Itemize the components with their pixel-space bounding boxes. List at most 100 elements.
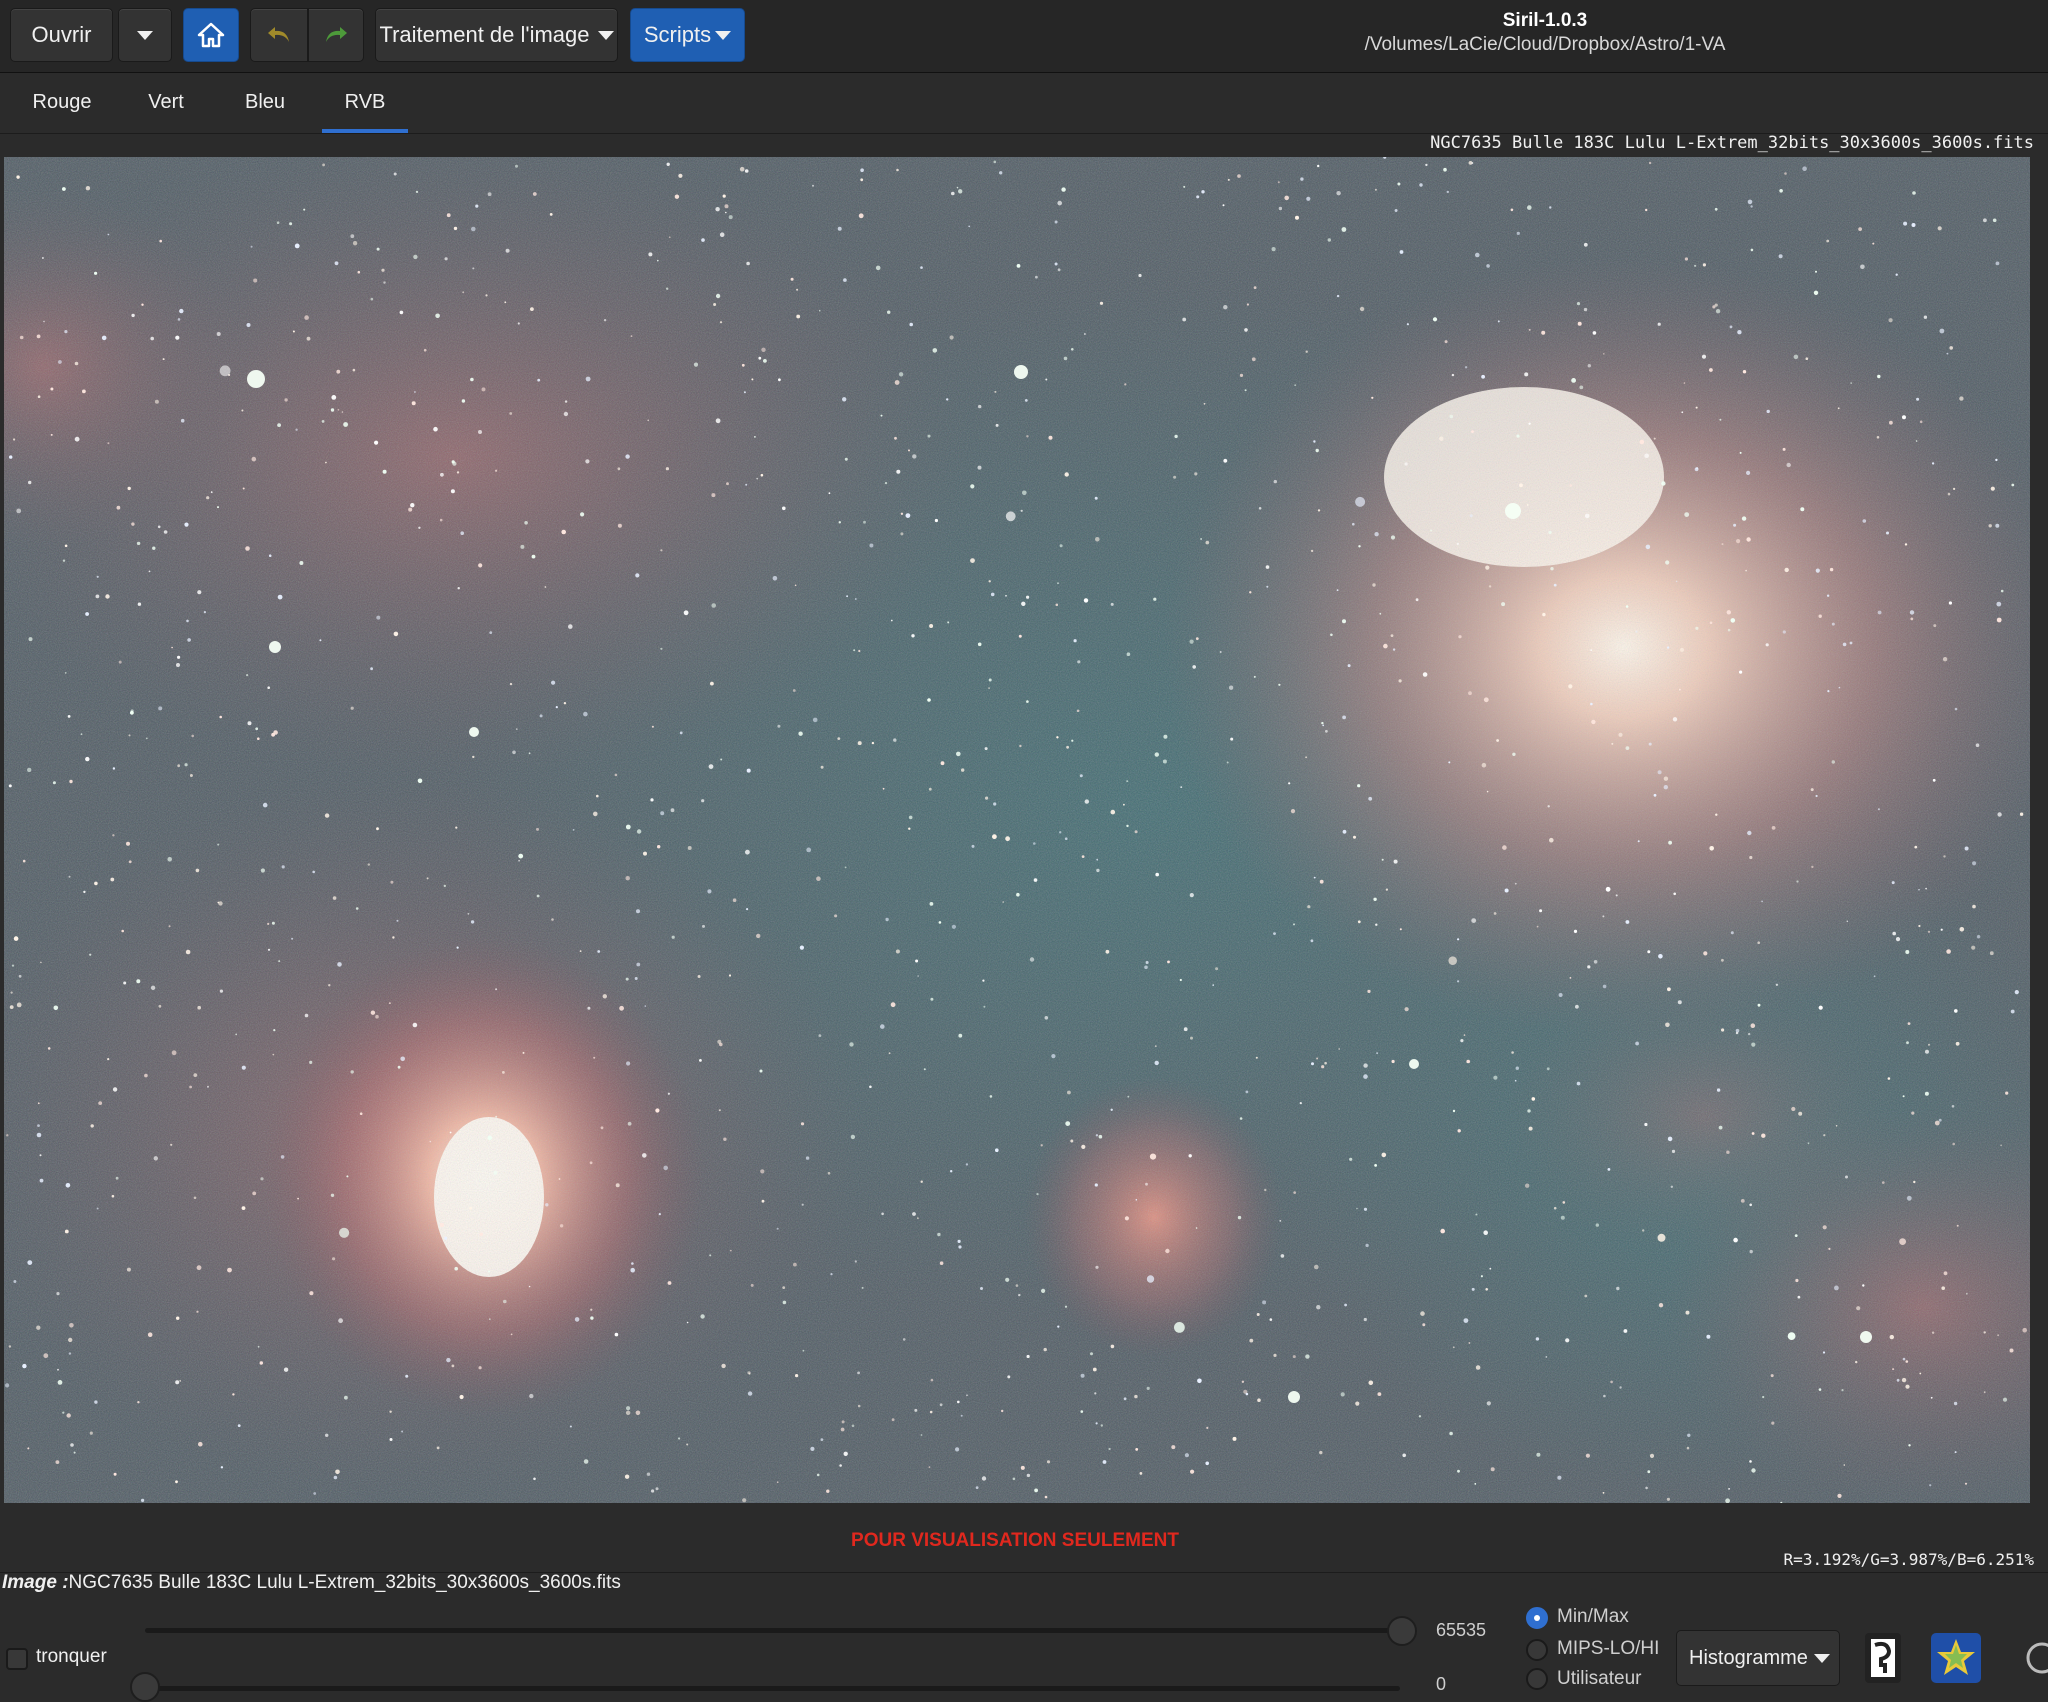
star [1828,1247,1831,1250]
tab-green[interactable]: Vert [134,73,198,133]
star [1483,697,1489,703]
star [512,750,516,755]
color-saturation-button[interactable] [1930,1630,1982,1686]
mode-minmax-radio[interactable] [1526,1607,1548,1629]
image-info-line: Image :NGC7635 Bulle 183C Lulu L-Extrem_… [2,1572,621,1594]
star [857,1404,861,1408]
star [253,278,258,283]
star [838,521,841,524]
star [1016,892,1020,897]
star [782,506,786,511]
star [1022,490,1027,496]
star [1988,524,1992,528]
star [1007,1375,1011,1379]
open-button[interactable]: Ouvrir [10,8,113,62]
histogram-transform-button[interactable] [1858,1630,1908,1686]
star [1342,829,1347,834]
star [650,798,654,802]
star [1310,939,1314,943]
star [929,1410,933,1414]
star [1907,1022,1911,1025]
image-viewport[interactable] [4,157,2030,1503]
star [980,1287,983,1290]
star [678,173,683,178]
star [1925,887,1927,890]
star [397,1065,401,1069]
star [1310,549,1314,553]
star [1602,915,1605,918]
star [1536,1452,1541,1457]
star [1134,830,1138,834]
channel-tabs: Rouge Vert Bleu RVB [0,73,2048,134]
star [1367,989,1371,994]
star [444,257,448,261]
tab-rgb[interactable]: RVB [322,73,408,133]
star [1553,1206,1557,1210]
star [462,291,465,294]
star [1110,1344,1115,1349]
star [1094,1392,1097,1395]
star [970,558,975,563]
star [1647,1470,1651,1474]
star [1094,496,1098,500]
tab-blue[interactable]: Bleu [230,73,300,133]
star [1941,1286,1945,1290]
extra-tool-button[interactable] [2020,1630,2048,1686]
recent-files-dropdown[interactable] [118,8,172,62]
star [1266,585,1269,588]
star [1737,330,1742,335]
star [965,1163,969,1166]
star [1593,960,1598,964]
star [1451,373,1455,377]
star [1463,1318,1469,1323]
star [1761,1133,1766,1138]
star [304,315,309,320]
star [707,889,712,894]
star [971,844,975,848]
undo-button[interactable] [250,8,308,62]
star [177,318,181,321]
star [908,815,913,820]
star [1146,1386,1150,1390]
star [1751,1468,1756,1473]
star [1837,1493,1842,1498]
star [1811,865,1814,869]
star [189,774,193,777]
star [1822,1351,1826,1354]
star [701,238,705,242]
high-slider-track[interactable] [145,1628,1400,1633]
star [107,233,110,236]
star [711,603,716,608]
display-mode-select[interactable]: Histogramme [1676,1630,1840,1686]
star [834,914,838,918]
star [1357,784,1361,788]
low-slider-knob[interactable] [130,1672,160,1702]
star [702,924,705,928]
mode-user-radio[interactable] [1526,1668,1548,1690]
star [1653,793,1657,797]
star [393,172,397,176]
clip-checkbox[interactable] [6,1648,28,1670]
image-processing-menu[interactable]: Traitement de l'image [375,8,618,62]
star [503,1299,507,1304]
star [665,467,670,471]
mode-mips-radio[interactable] [1526,1639,1548,1661]
star [1919,1372,1922,1375]
star [2022,1327,2027,1333]
star [8,784,12,788]
star [1694,467,1699,472]
redo-button[interactable] [308,8,364,62]
high-slider-knob[interactable] [1387,1616,1417,1646]
star [1019,744,1022,748]
star [569,1425,572,1428]
star [1406,323,1409,326]
star [683,610,689,616]
star [27,1260,33,1265]
tab-red[interactable]: Rouge [22,73,102,133]
star [439,1222,445,1228]
star [1154,1060,1159,1066]
scripts-menu[interactable]: Scripts [630,8,745,62]
star [1895,273,1898,276]
star [69,779,73,784]
home-button[interactable] [183,8,239,62]
